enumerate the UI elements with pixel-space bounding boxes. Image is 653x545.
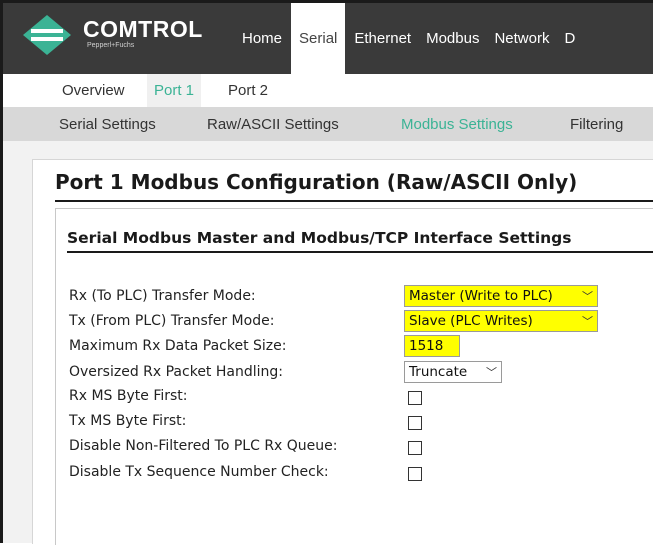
- tx-ms-byte-first-checkbox[interactable]: [408, 416, 422, 430]
- rx-ms-byte-first-label: Rx MS Byte First:: [69, 388, 188, 404]
- nav-item-home[interactable]: Home: [236, 3, 288, 74]
- max-rx-packet-size-value: 1518: [409, 338, 444, 354]
- disable-tx-seq-check-label: Disable Tx Sequence Number Check:: [69, 464, 329, 480]
- max-rx-packet-size-input[interactable]: 1518: [404, 335, 460, 357]
- rx-transfer-mode-select[interactable]: Master (Write to PLC) ﹀: [404, 285, 598, 307]
- oversized-rx-handling-value: Truncate: [409, 364, 468, 380]
- tx-transfer-mode-label: Tx (From PLC) Transfer Mode:: [69, 313, 275, 329]
- page-title: Port 1 Modbus Configuration (Raw/ASCII O…: [55, 170, 578, 194]
- nav-item-serial[interactable]: Serial: [291, 3, 346, 74]
- disable-non-filtered-queue-checkbox[interactable]: [408, 441, 422, 455]
- content-area: Port 1 Modbus Configuration (Raw/ASCII O…: [3, 141, 653, 545]
- settings-subnav: Serial Settings Raw/ASCII Settings Modbu…: [3, 107, 653, 141]
- rx-transfer-mode-value: Master (Write to PLC): [409, 288, 553, 304]
- chevron-down-icon: ﹀: [582, 315, 593, 328]
- max-rx-packet-size-label: Maximum Rx Data Packet Size:: [69, 338, 287, 354]
- rx-transfer-mode-label: Rx (To PLC) Transfer Mode:: [69, 288, 256, 304]
- comtrol-diamond-icon: [23, 15, 71, 55]
- tab-serial-settings[interactable]: Serial Settings: [59, 107, 156, 141]
- top-navigation-bar: COMTROL Pepperl+Fuchs Home Serial Ethern…: [3, 3, 653, 74]
- disable-non-filtered-queue-label: Disable Non-Filtered To PLC Rx Queue:: [69, 438, 338, 454]
- comtrol-logo[interactable]: COMTROL Pepperl+Fuchs: [21, 15, 211, 63]
- tx-ms-byte-first-label: Tx MS Byte First:: [69, 413, 187, 429]
- nav-item-diagnostics[interactable]: D: [558, 3, 581, 74]
- configuration-panel: Port 1 Modbus Configuration (Raw/ASCII O…: [32, 159, 653, 545]
- tab-filtering[interactable]: Filtering: [570, 107, 623, 141]
- brand-tagline: Pepperl+Fuchs: [87, 42, 135, 49]
- section-divider: [67, 251, 653, 253]
- tab-port-2[interactable]: Port 2: [221, 74, 275, 107]
- chevron-down-icon: ﹀: [486, 366, 497, 379]
- tab-port-1[interactable]: Port 1: [147, 74, 202, 107]
- title-divider: [55, 200, 653, 202]
- disable-tx-seq-check-checkbox[interactable]: [408, 467, 422, 481]
- chevron-down-icon: ﹀: [582, 290, 593, 303]
- nav-item-modbus[interactable]: Modbus: [420, 3, 485, 74]
- port-subnav: Overview Port 1 Port 2: [3, 74, 653, 107]
- modbus-interface-section: Serial Modbus Master and Modbus/TCP Inte…: [55, 208, 653, 545]
- rx-ms-byte-first-checkbox[interactable]: [408, 391, 422, 405]
- tab-overview[interactable]: Overview: [55, 74, 132, 107]
- nav-item-network[interactable]: Network: [488, 3, 555, 74]
- oversized-rx-handling-label: Oversized Rx Packet Handling:: [69, 364, 283, 380]
- tab-raw-ascii-settings[interactable]: Raw/ASCII Settings: [207, 107, 339, 141]
- tx-transfer-mode-value: Slave (PLC Writes): [409, 313, 533, 329]
- nav-item-ethernet[interactable]: Ethernet: [348, 3, 417, 74]
- main-nav: Home Serial Ethernet Modbus Network D: [236, 3, 584, 74]
- oversized-rx-handling-select[interactable]: Truncate ﹀: [404, 361, 502, 383]
- tab-modbus-settings[interactable]: Modbus Settings: [401, 107, 513, 141]
- tx-transfer-mode-select[interactable]: Slave (PLC Writes) ﹀: [404, 310, 598, 332]
- section-title: Serial Modbus Master and Modbus/TCP Inte…: [67, 229, 572, 247]
- brand-name: COMTROL: [83, 16, 203, 42]
